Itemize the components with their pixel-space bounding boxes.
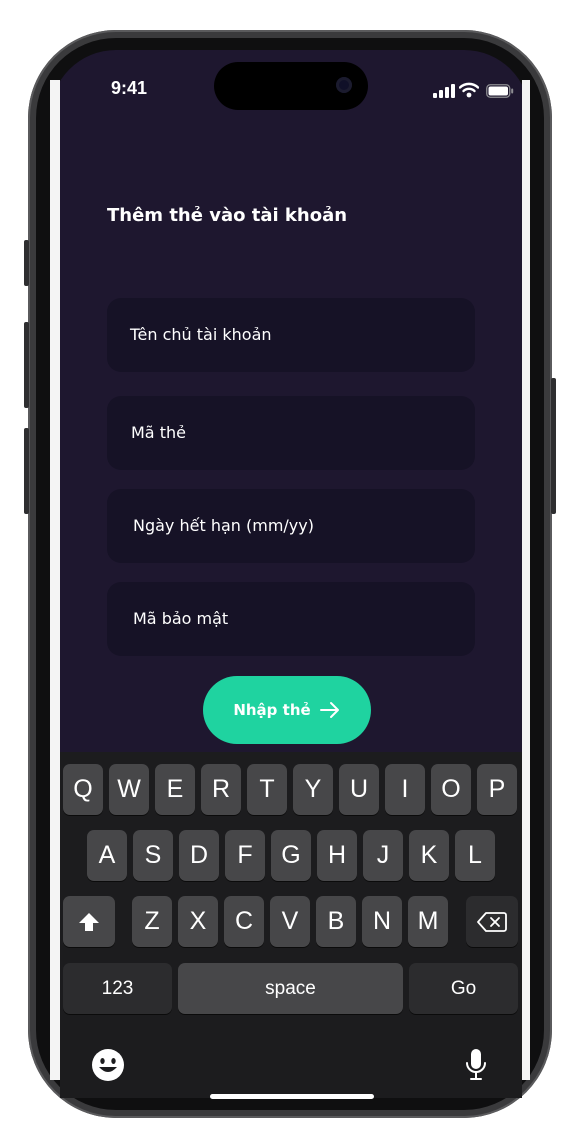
account-holder-field[interactable]: Tên chủ tài khoản (107, 298, 475, 372)
key-j[interactable]: J (363, 830, 403, 881)
add-card-button[interactable]: Nhập thẻ (203, 676, 371, 744)
card-number-placeholder: Mã thẻ (131, 423, 186, 442)
add-card-button-label: Nhập thẻ (233, 701, 311, 719)
key-z[interactable]: Z (132, 896, 172, 947)
key-u[interactable]: U (339, 764, 379, 815)
key-s[interactable]: S (133, 830, 173, 881)
status-time: 9:41 (111, 78, 148, 98)
volume-up-button (24, 322, 29, 408)
key-n[interactable]: N (362, 896, 402, 947)
key-y[interactable]: Y (293, 764, 333, 815)
account-holder-placeholder: Tên chủ tài khoản (130, 325, 272, 344)
microphone-icon[interactable] (464, 1048, 488, 1082)
volume-down-button (24, 428, 29, 514)
key-b[interactable]: B (316, 896, 356, 947)
go-key[interactable]: Go (409, 963, 518, 1014)
numbers-key[interactable]: 123 (63, 963, 172, 1014)
screen-edge-right (522, 80, 530, 1080)
key-e[interactable]: E (155, 764, 195, 815)
key-p[interactable]: P (477, 764, 517, 815)
security-code-field[interactable]: Mã bảo mật (107, 582, 475, 656)
key-c[interactable]: C (224, 896, 264, 947)
shift-icon (78, 912, 100, 932)
key-q[interactable]: Q (63, 764, 103, 815)
action-button (24, 240, 29, 286)
page-title: Thêm thẻ vào tài khoản (107, 205, 348, 226)
key-d[interactable]: D (179, 830, 219, 881)
signal-icon (433, 83, 455, 98)
arrow-right-icon (319, 701, 341, 719)
key-k[interactable]: K (409, 830, 449, 881)
key-h[interactable]: H (317, 830, 357, 881)
power-button (551, 378, 556, 514)
battery-icon (486, 83, 514, 98)
shift-key[interactable] (63, 896, 115, 947)
expiry-date-field[interactable]: Ngày hết hạn (mm/yy) (107, 489, 475, 563)
security-code-placeholder: Mã bảo mật (133, 609, 229, 628)
card-number-field[interactable]: Mã thẻ (107, 396, 475, 470)
wifi-icon (458, 82, 480, 98)
home-indicator[interactable] (210, 1094, 374, 1099)
key-g[interactable]: G (271, 830, 311, 881)
key-o[interactable]: O (431, 764, 471, 815)
backspace-key[interactable] (466, 896, 518, 947)
key-x[interactable]: X (178, 896, 218, 947)
key-r[interactable]: R (201, 764, 241, 815)
emoji-icon[interactable] (91, 1048, 125, 1082)
key-i[interactable]: I (385, 764, 425, 815)
space-key[interactable]: space (178, 963, 403, 1014)
key-v[interactable]: V (270, 896, 310, 947)
key-f[interactable]: F (225, 830, 265, 881)
screen-edge-left (50, 80, 60, 1080)
expiry-date-placeholder: Ngày hết hạn (mm/yy) (133, 516, 314, 535)
key-m[interactable]: M (408, 896, 448, 947)
camera-icon (336, 77, 352, 93)
key-l[interactable]: L (455, 830, 495, 881)
backspace-icon (477, 911, 507, 932)
key-w[interactable]: W (109, 764, 149, 815)
key-t[interactable]: T (247, 764, 287, 815)
key-a[interactable]: A (87, 830, 127, 881)
